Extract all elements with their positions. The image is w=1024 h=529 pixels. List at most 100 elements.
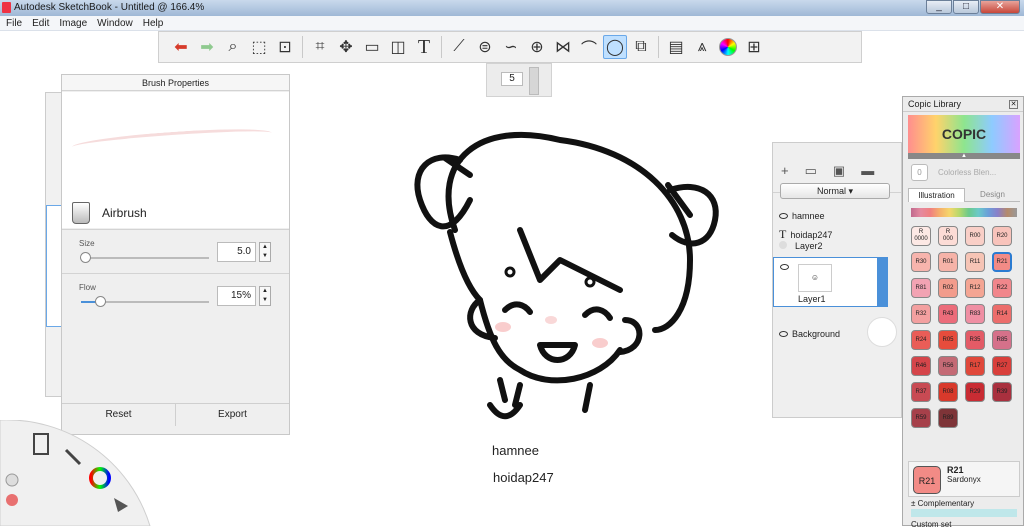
- stroke-icon[interactable]: ⌒: [577, 35, 601, 59]
- french-curve-icon[interactable]: ∽: [499, 35, 523, 59]
- copic-swatch-R29[interactable]: R29: [965, 382, 985, 402]
- brush-properties-title: Brush Properties: [62, 75, 289, 91]
- menu-image[interactable]: Image: [59, 16, 87, 30]
- copic-swatch-R43[interactable]: R43: [938, 304, 958, 324]
- blend-mode-select[interactable]: Normal ▾: [780, 183, 890, 199]
- visibility-icon[interactable]: [780, 264, 789, 270]
- minimize-button[interactable]: _: [926, 0, 952, 14]
- distort-icon[interactable]: ▭: [360, 35, 384, 59]
- brush-library-icon[interactable]: ⩓: [690, 35, 714, 59]
- add-group-icon[interactable]: ▭: [805, 163, 817, 179]
- copic-swatch-R05[interactable]: R05: [938, 330, 958, 350]
- zoom-icon[interactable]: ⌕: [221, 35, 245, 59]
- menu-help[interactable]: Help: [143, 16, 164, 30]
- copic-swatch-R22[interactable]: R22: [992, 278, 1012, 298]
- grid-icon[interactable]: ⊞: [742, 35, 766, 59]
- complementary-label[interactable]: ± Complementary: [911, 499, 974, 508]
- copic-swatch-R89[interactable]: R89: [938, 408, 958, 428]
- copic-swatch-R000[interactable]: R 000: [938, 226, 958, 246]
- copic-swatch-R12[interactable]: R12: [965, 278, 985, 298]
- size-stepper[interactable]: ▲ ▼: [259, 242, 271, 262]
- copic-swatch-R17[interactable]: R17: [965, 356, 985, 376]
- copic-close-icon[interactable]: ✕: [1009, 100, 1018, 109]
- visibility-icon[interactable]: [779, 331, 788, 337]
- copic-swatch-R02[interactable]: R02: [938, 278, 958, 298]
- brush-size-indicator[interactable]: 5: [486, 63, 552, 97]
- lasso-icon[interactable]: ✥: [334, 35, 358, 59]
- copic-swatch-R56[interactable]: R56: [938, 356, 958, 376]
- layer1-row[interactable]: ☺ Layer1: [773, 257, 888, 307]
- export-button[interactable]: Export: [176, 404, 289, 426]
- copic-swatch-R14[interactable]: R14: [992, 304, 1012, 324]
- shape-icon[interactable]: ⧉: [629, 35, 653, 59]
- tab-illustration[interactable]: Illustration: [908, 188, 965, 202]
- copic-swatch-R08[interactable]: R08: [938, 382, 958, 402]
- copic-swatch-R21[interactable]: R21: [992, 252, 1012, 272]
- copic-swatch-R85[interactable]: R85: [992, 330, 1012, 350]
- copic-swatch-R35[interactable]: R35: [965, 330, 985, 350]
- copic-swatch-R20[interactable]: R20: [992, 226, 1012, 246]
- tab-design[interactable]: Design: [965, 188, 1020, 202]
- flow-slider[interactable]: [81, 296, 209, 307]
- canvas-text-hamnee[interactable]: hamnee: [492, 443, 539, 458]
- copic-swatch-R81[interactable]: R81: [911, 278, 931, 298]
- visibility-icon[interactable]: [779, 213, 788, 219]
- add-layer-icon[interactable]: +: [781, 163, 789, 179]
- copic-icon[interactable]: ▤: [664, 35, 688, 59]
- brush-size-slider[interactable]: [529, 67, 539, 95]
- canvas-text-hoidap247[interactable]: hoidap247: [493, 470, 554, 485]
- symmetry-icon[interactable]: ⋈: [551, 35, 575, 59]
- crop-icon[interactable]: ⌗: [308, 35, 332, 59]
- copic-swatch-R83[interactable]: R83: [965, 304, 985, 324]
- layer-item[interactable]: Layer2: [779, 241, 907, 251]
- predictive-stroke-icon[interactable]: ◯: [603, 35, 627, 59]
- fill-icon[interactable]: ◫: [386, 35, 410, 59]
- layer-menu-icon[interactable]: ▬: [861, 163, 874, 179]
- color-puck-icon[interactable]: [6, 494, 18, 506]
- copic-swatch-R39[interactable]: R39: [992, 382, 1012, 402]
- redo-icon[interactable]: ➡: [195, 35, 219, 59]
- copic-swatch-R0000[interactable]: R 0000: [911, 226, 931, 246]
- layer-lagoon-icon[interactable]: [5, 473, 19, 487]
- custom-set-label[interactable]: Custom set: [911, 520, 951, 529]
- copic-swatch-R24[interactable]: R24: [911, 330, 931, 350]
- copic-swatch-R30[interactable]: R30: [911, 252, 931, 272]
- ruler-icon[interactable]: ⟋: [447, 35, 471, 59]
- copic-swatch-R32[interactable]: R32: [911, 304, 931, 324]
- character-drawing: [414, 131, 719, 420]
- background-color-swatch[interactable]: [867, 317, 897, 347]
- ellipse-guide-icon[interactable]: ⊜: [473, 35, 497, 59]
- copic-swatch-R01[interactable]: R01: [938, 252, 958, 272]
- copic-swatch-R59[interactable]: R59: [911, 408, 931, 428]
- collapse-icon[interactable]: ▲: [908, 153, 1020, 159]
- flow-slider-knob[interactable]: [95, 296, 107, 307]
- size-value-field[interactable]: 5.0: [217, 242, 256, 262]
- size-slider[interactable]: [79, 252, 209, 263]
- add-image-icon[interactable]: ▣: [833, 163, 845, 179]
- flow-value-field[interactable]: 15%: [217, 286, 256, 306]
- flow-stepper[interactable]: ▲ ▼: [259, 286, 271, 306]
- flow-label: Flow: [79, 283, 96, 292]
- copic-swatch-R27[interactable]: R27: [992, 356, 1012, 376]
- perspective-icon[interactable]: ⊕: [525, 35, 549, 59]
- close-button[interactable]: ✕: [980, 0, 1020, 14]
- maximize-button[interactable]: □: [953, 0, 979, 14]
- colorless-blender[interactable]: 0 Colorless Blen...: [911, 164, 996, 181]
- menu-window[interactable]: Window: [97, 16, 133, 30]
- color-family-strip[interactable]: [911, 208, 1017, 217]
- copic-swatch-R37[interactable]: R37: [911, 382, 931, 402]
- copic-swatch-R00[interactable]: R00: [965, 226, 985, 246]
- size-slider-knob[interactable]: [79, 252, 91, 263]
- undo-icon[interactable]: ⬅: [169, 35, 193, 59]
- layer-item[interactable]: Thoidap247: [779, 227, 907, 242]
- layer-item[interactable]: hamnee: [779, 211, 907, 221]
- transform-icon[interactable]: ⊡: [273, 35, 297, 59]
- color-wheel-icon[interactable]: [716, 35, 740, 59]
- menu-edit[interactable]: Edit: [32, 16, 49, 30]
- select-icon[interactable]: ⬚: [247, 35, 271, 59]
- text-icon[interactable]: T: [412, 35, 436, 59]
- menu-file[interactable]: File: [6, 16, 22, 30]
- copic-swatch-R11[interactable]: R11: [965, 252, 985, 272]
- copic-swatch-R46[interactable]: R46: [911, 356, 931, 376]
- size-label: Size: [79, 239, 95, 248]
